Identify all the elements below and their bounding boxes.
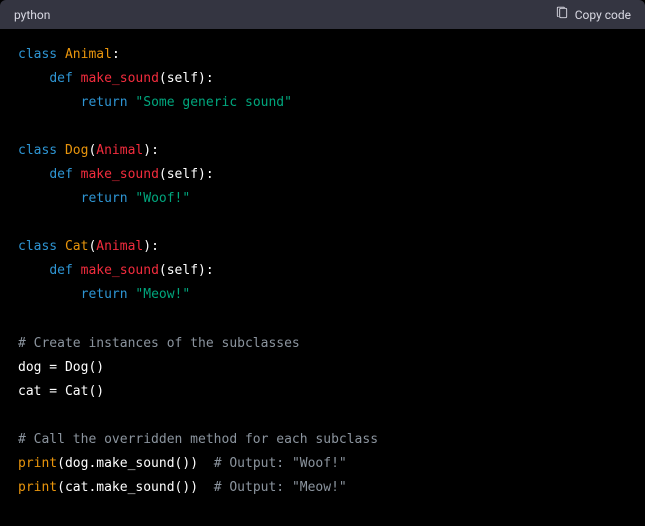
fn-make-sound: make_sound [81,71,159,86]
keyword-return: return [81,287,128,302]
language-label: python [14,8,50,22]
fn-make-sound: make_sound [81,167,159,182]
param-self: self [167,167,198,182]
call-dog: (dog.make_sound()) [57,456,198,471]
classname-animal: Animal [65,47,112,62]
copy-code-label: Copy code [575,8,631,22]
classname-cat: Cat [65,239,88,254]
param-self: self [167,71,198,86]
keyword-class: class [18,143,57,158]
classname-dog: Dog [65,143,88,158]
call-cat: (cat.make_sound()) [57,480,198,495]
keyword-class: class [18,47,57,62]
param-self: self [167,263,198,278]
assign-cat: cat = Cat() [18,384,104,399]
string-generic: "Some generic sound" [135,95,292,110]
code-block: python Copy code class Animal: def make_… [0,0,645,526]
copy-code-button[interactable]: Copy code [555,6,631,23]
comment-instances: # Create instances of the subclasses [18,336,300,351]
keyword-def: def [49,167,72,182]
assign-dog: dog = Dog() [18,360,104,375]
comment-call: # Call the overridden method for each su… [18,432,378,447]
code-content: class Animal: def make_sound(self): retu… [0,29,645,518]
string-meow: "Meow!" [135,287,190,302]
builtin-print: print [18,480,57,495]
fn-make-sound: make_sound [81,263,159,278]
keyword-return: return [81,191,128,206]
keyword-class: class [18,239,57,254]
keyword-def: def [49,263,72,278]
clipboard-icon [555,6,569,23]
super-animal: Animal [96,143,143,158]
keyword-return: return [81,95,128,110]
code-header: python Copy code [0,0,645,29]
comment-out-woof: # Output: "Woof!" [214,456,347,471]
keyword-def: def [49,71,72,86]
super-animal: Animal [96,239,143,254]
comment-out-meow: # Output: "Meow!" [214,480,347,495]
string-woof: "Woof!" [135,191,190,206]
builtin-print: print [18,456,57,471]
